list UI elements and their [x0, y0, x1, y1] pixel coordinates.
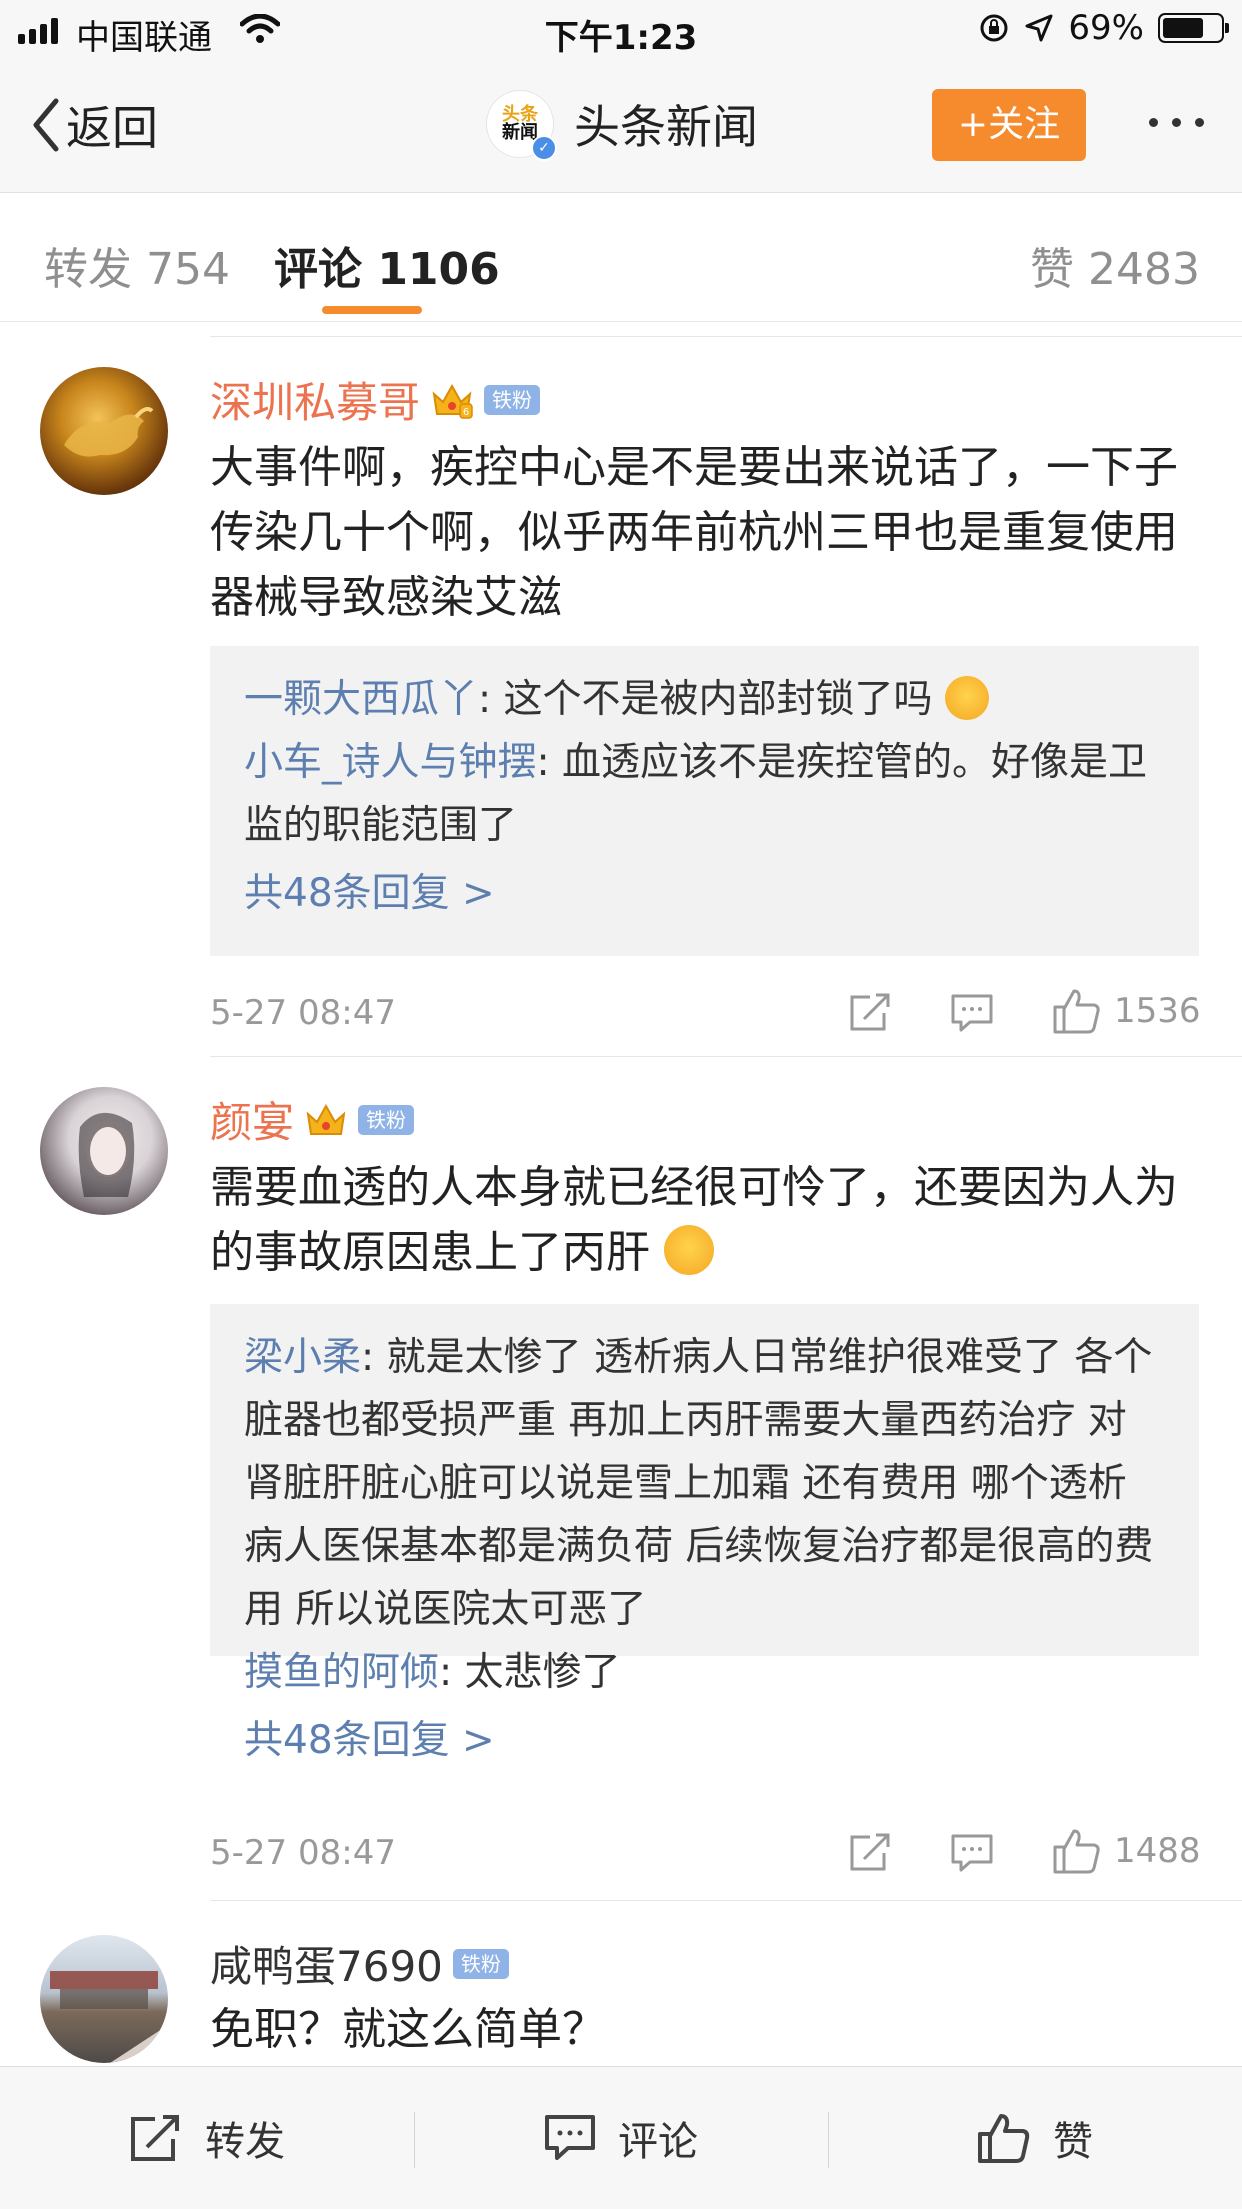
comment-text: 大事件啊，疾控中心是不是要出来说话了，一下子传染几十个啊，似乎两年前杭州三甲也是…	[210, 442, 1178, 623]
follow-button[interactable]: +关注	[932, 89, 1086, 161]
more-options-icon[interactable]	[1149, 118, 1204, 127]
reply-text: : 这个不是被内部封锁了吗	[478, 677, 933, 722]
tab-likes[interactable]: 赞 2483	[1030, 233, 1200, 297]
thumbs-up-icon	[1053, 1829, 1100, 1874]
portrait-image	[78, 1112, 135, 1197]
crown-vip-icon	[306, 1103, 346, 1135]
like-count: 1536	[1114, 991, 1201, 1031]
navigation-bar: 返回 头条 新闻 ✓ 头条新闻 +关注	[0, 62, 1242, 193]
reply-username[interactable]: 摸鱼的阿倾	[244, 1650, 439, 1695]
comment-username[interactable]: 深圳私募哥	[210, 369, 420, 430]
reply-text: : 太悲惨了	[439, 1650, 621, 1695]
tab-bar: 转发 754 评论 1106 赞 2483	[0, 193, 1242, 322]
reply-item: 摸鱼的阿倾: 太悲惨了	[244, 1641, 1165, 1704]
comment-button[interactable]: 评论	[414, 2067, 828, 2209]
account-header[interactable]: 头条 新闻 ✓ 头条新闻	[486, 90, 758, 161]
share-icon	[131, 2115, 179, 2161]
chevron-left-icon	[33, 98, 59, 152]
divider	[210, 1056, 1242, 1057]
back-label: 返回	[66, 101, 158, 155]
share-icon[interactable]	[848, 991, 894, 1033]
comment-meta: 5-27 08:47 1536	[210, 983, 1201, 1043]
reply-item: 小车_诗人与钟摆: 血透应该不是疾控管的。好像是卫监的职能范围了	[244, 731, 1165, 857]
repost-button[interactable]: 转发	[0, 2067, 414, 2209]
comment-text: 需要血透的人本身就已经很可怜了，还要因为人为的事故原因患上了丙肝	[210, 1162, 1178, 1278]
battery-percentage: 69%	[1068, 8, 1144, 48]
avatar[interactable]	[40, 1087, 168, 1215]
share-icon[interactable]	[848, 1831, 894, 1873]
account-title: 头条新闻	[574, 100, 758, 154]
thumbs-up-icon	[1053, 989, 1100, 1034]
reply-text: : 就是太惨了 透析病人日常维护很难受了 各个脏器也都受损严重 再加上丙肝需要大…	[244, 1335, 1154, 1632]
verified-badge-icon: ✓	[531, 135, 557, 161]
like-button[interactable]: 1488	[1052, 1827, 1201, 1875]
comment-date: 5-27 08:47	[210, 993, 396, 1033]
avatar[interactable]	[40, 1935, 168, 2063]
bull-statue-image	[64, 407, 154, 457]
account-logo: 头条 新闻 ✓	[486, 90, 557, 161]
comment-date: 5-27 08:47	[210, 1833, 396, 1873]
comment-icon[interactable]	[950, 993, 994, 1033]
orientation-lock-icon	[980, 14, 1008, 42]
reply-item: 一颗大西瓜丫: 这个不是被内部封锁了吗	[244, 668, 1165, 731]
crown-vip-icon: 6	[432, 383, 473, 419]
reply-username[interactable]: 小车_诗人与钟摆	[244, 740, 537, 785]
tab-comments[interactable]: 评论 1106	[274, 233, 500, 297]
location-arrow-icon	[1025, 14, 1053, 42]
divider	[210, 1900, 1242, 1901]
like-button[interactable]: 赞	[828, 2067, 1242, 2209]
comment-username[interactable]: 颜宴	[210, 1089, 294, 1150]
status-bar: 中国联通 下午1:23 69%	[0, 0, 1242, 62]
like-button[interactable]: 1536	[1052, 987, 1201, 1035]
reply-preview-box[interactable]: 梁小柔: 就是太惨了 透析病人日常维护很难受了 各个脏器也都受损严重 再加上丙肝…	[210, 1304, 1199, 1763]
repost-label: 转发	[205, 2119, 285, 2165]
comment-icon[interactable]	[950, 1833, 994, 1873]
reply-item: 梁小柔: 就是太惨了 透析病人日常维护很难受了 各个脏器也都受损严重 再加上丙肝…	[244, 1326, 1165, 1641]
tab-reposts[interactable]: 转发 754	[44, 233, 230, 297]
reply-username[interactable]: 梁小柔	[244, 1335, 361, 1380]
divider	[210, 336, 1242, 337]
bottom-action-bar: 转发 评论 赞	[0, 2066, 1242, 2209]
sweat-smile-emoji-icon	[944, 676, 989, 720]
crying-face-emoji-icon	[664, 1225, 714, 1275]
fan-badge: 铁粉	[484, 384, 541, 415]
fan-badge: 铁粉	[452, 1948, 509, 1979]
comment-meta: 5-27 08:47 1488	[210, 1823, 1201, 1883]
avatar[interactable]	[40, 367, 168, 495]
comment-text: 免职？就这么简单？	[210, 2004, 606, 2055]
comment-icon	[545, 2115, 595, 2160]
view-more-replies-link[interactable]: 共48条回复 >	[244, 859, 1165, 929]
svg-text:6: 6	[463, 407, 469, 418]
thumbs-up-icon	[978, 2114, 1030, 2163]
reply-username[interactable]: 一颗大西瓜丫	[244, 677, 478, 722]
battery-icon	[1158, 13, 1229, 43]
street-scene-image	[50, 1971, 168, 2063]
view-more-replies-link[interactable]: 共48条回复 >	[244, 1706, 1165, 1776]
back-button[interactable]: 返回	[30, 92, 158, 158]
fan-badge: 铁粉	[358, 1104, 415, 1135]
comment-username[interactable]: 咸鸭蛋7690	[210, 1933, 443, 1994]
like-count: 1488	[1114, 1831, 1201, 1871]
comment-label: 评论	[618, 2119, 698, 2165]
active-tab-indicator	[322, 306, 422, 314]
reply-preview-box[interactable]: 一颗大西瓜丫: 这个不是被内部封锁了吗 小车_诗人与钟摆: 血透应该不是疾控管的…	[210, 646, 1199, 956]
like-label: 赞	[1053, 2119, 1093, 2165]
